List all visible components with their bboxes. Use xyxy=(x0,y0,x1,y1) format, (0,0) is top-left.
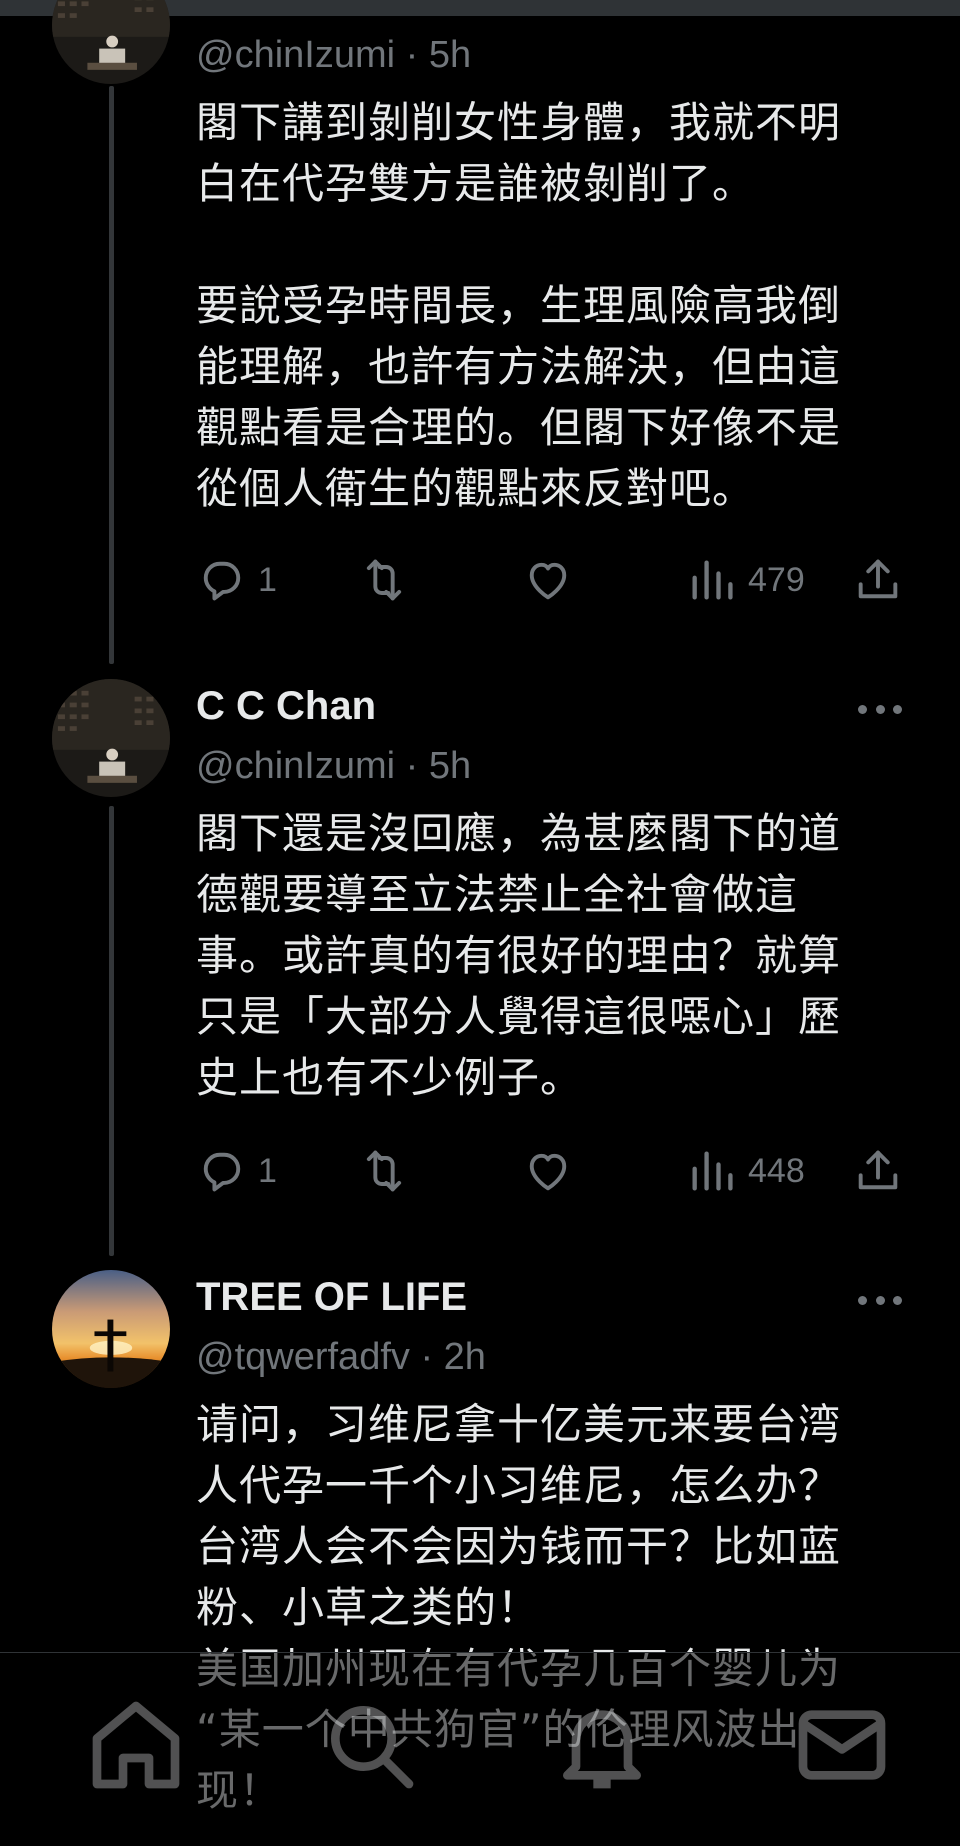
reply-count: 1 xyxy=(258,561,277,600)
repost-icon xyxy=(358,1145,410,1197)
avatar[interactable] xyxy=(52,0,170,84)
views-count: 448 xyxy=(748,1152,805,1191)
share-icon xyxy=(852,554,904,606)
reply-count: 1 xyxy=(258,1152,277,1191)
tweet-actions: 1 479 xyxy=(196,552,906,608)
tweet-author-name[interactable]: C C Chan xyxy=(196,684,376,729)
avatar[interactable] xyxy=(52,679,170,797)
more-button[interactable] xyxy=(858,699,902,719)
more-button[interactable] xyxy=(858,1290,902,1310)
more-dot-icon xyxy=(893,705,902,714)
tweet-handle[interactable]: @chinIzumi · 5h xyxy=(196,34,471,77)
home-tab[interactable] xyxy=(84,1693,188,1797)
views-icon xyxy=(686,1145,738,1197)
repost-button[interactable] xyxy=(358,1143,410,1199)
tweet-handle[interactable]: @chinIzumi · 5h xyxy=(196,745,471,788)
repost-button[interactable] xyxy=(358,552,410,608)
home-icon xyxy=(84,1693,188,1797)
more-dot-icon xyxy=(893,1296,902,1305)
notifications-icon xyxy=(550,1693,654,1797)
search-tab[interactable] xyxy=(318,1693,422,1797)
more-dot-icon xyxy=(858,1296,867,1305)
reply-icon xyxy=(196,554,248,606)
views-button[interactable]: 448 xyxy=(686,1143,805,1199)
share-button[interactable] xyxy=(852,1143,904,1199)
avatar[interactable] xyxy=(52,1270,170,1388)
reply-button[interactable]: 1 xyxy=(196,552,277,608)
like-button[interactable] xyxy=(522,552,574,608)
tweet-actions: 1 448 xyxy=(196,1143,906,1199)
reply-button[interactable]: 1 xyxy=(196,1143,277,1199)
reply-icon xyxy=(196,1145,248,1197)
views-button[interactable]: 479 xyxy=(686,552,805,608)
avatar-image-icon xyxy=(52,0,170,84)
tweet-text: 閣下講到剝削女性身體，我就不明 白在代孕雙方是誰被剝削了。 要說受孕時間長，生理… xyxy=(196,92,896,519)
tweet-author-name[interactable]: TREE OF LIFE xyxy=(196,1275,467,1320)
repost-icon xyxy=(358,554,410,606)
tweet-text: 閣下還是沒回應，為甚麼閣下的道 德觀要導至立法禁止全社會做這 事。或許真的有很好… xyxy=(196,803,896,1108)
bottom-nav xyxy=(0,1652,960,1846)
messages-icon xyxy=(790,1693,894,1797)
like-icon xyxy=(522,1145,574,1197)
more-dot-icon xyxy=(876,1296,885,1305)
search-icon xyxy=(318,1693,422,1797)
more-dot-icon xyxy=(876,705,885,714)
thread-line xyxy=(109,86,114,664)
tweet-handle[interactable]: @tqwerfadfv · 2h xyxy=(196,1336,486,1379)
like-icon xyxy=(522,554,574,606)
like-button[interactable] xyxy=(522,1143,574,1199)
notifications-tab[interactable] xyxy=(550,1693,654,1797)
avatar-image-icon xyxy=(52,679,170,797)
cross-sunset-avatar-icon xyxy=(52,1270,170,1388)
share-button[interactable] xyxy=(852,552,904,608)
views-icon xyxy=(686,554,738,606)
share-icon xyxy=(852,1145,904,1197)
thread-line xyxy=(109,806,114,1256)
views-count: 479 xyxy=(748,561,805,600)
messages-tab[interactable] xyxy=(790,1693,894,1797)
more-dot-icon xyxy=(858,705,867,714)
